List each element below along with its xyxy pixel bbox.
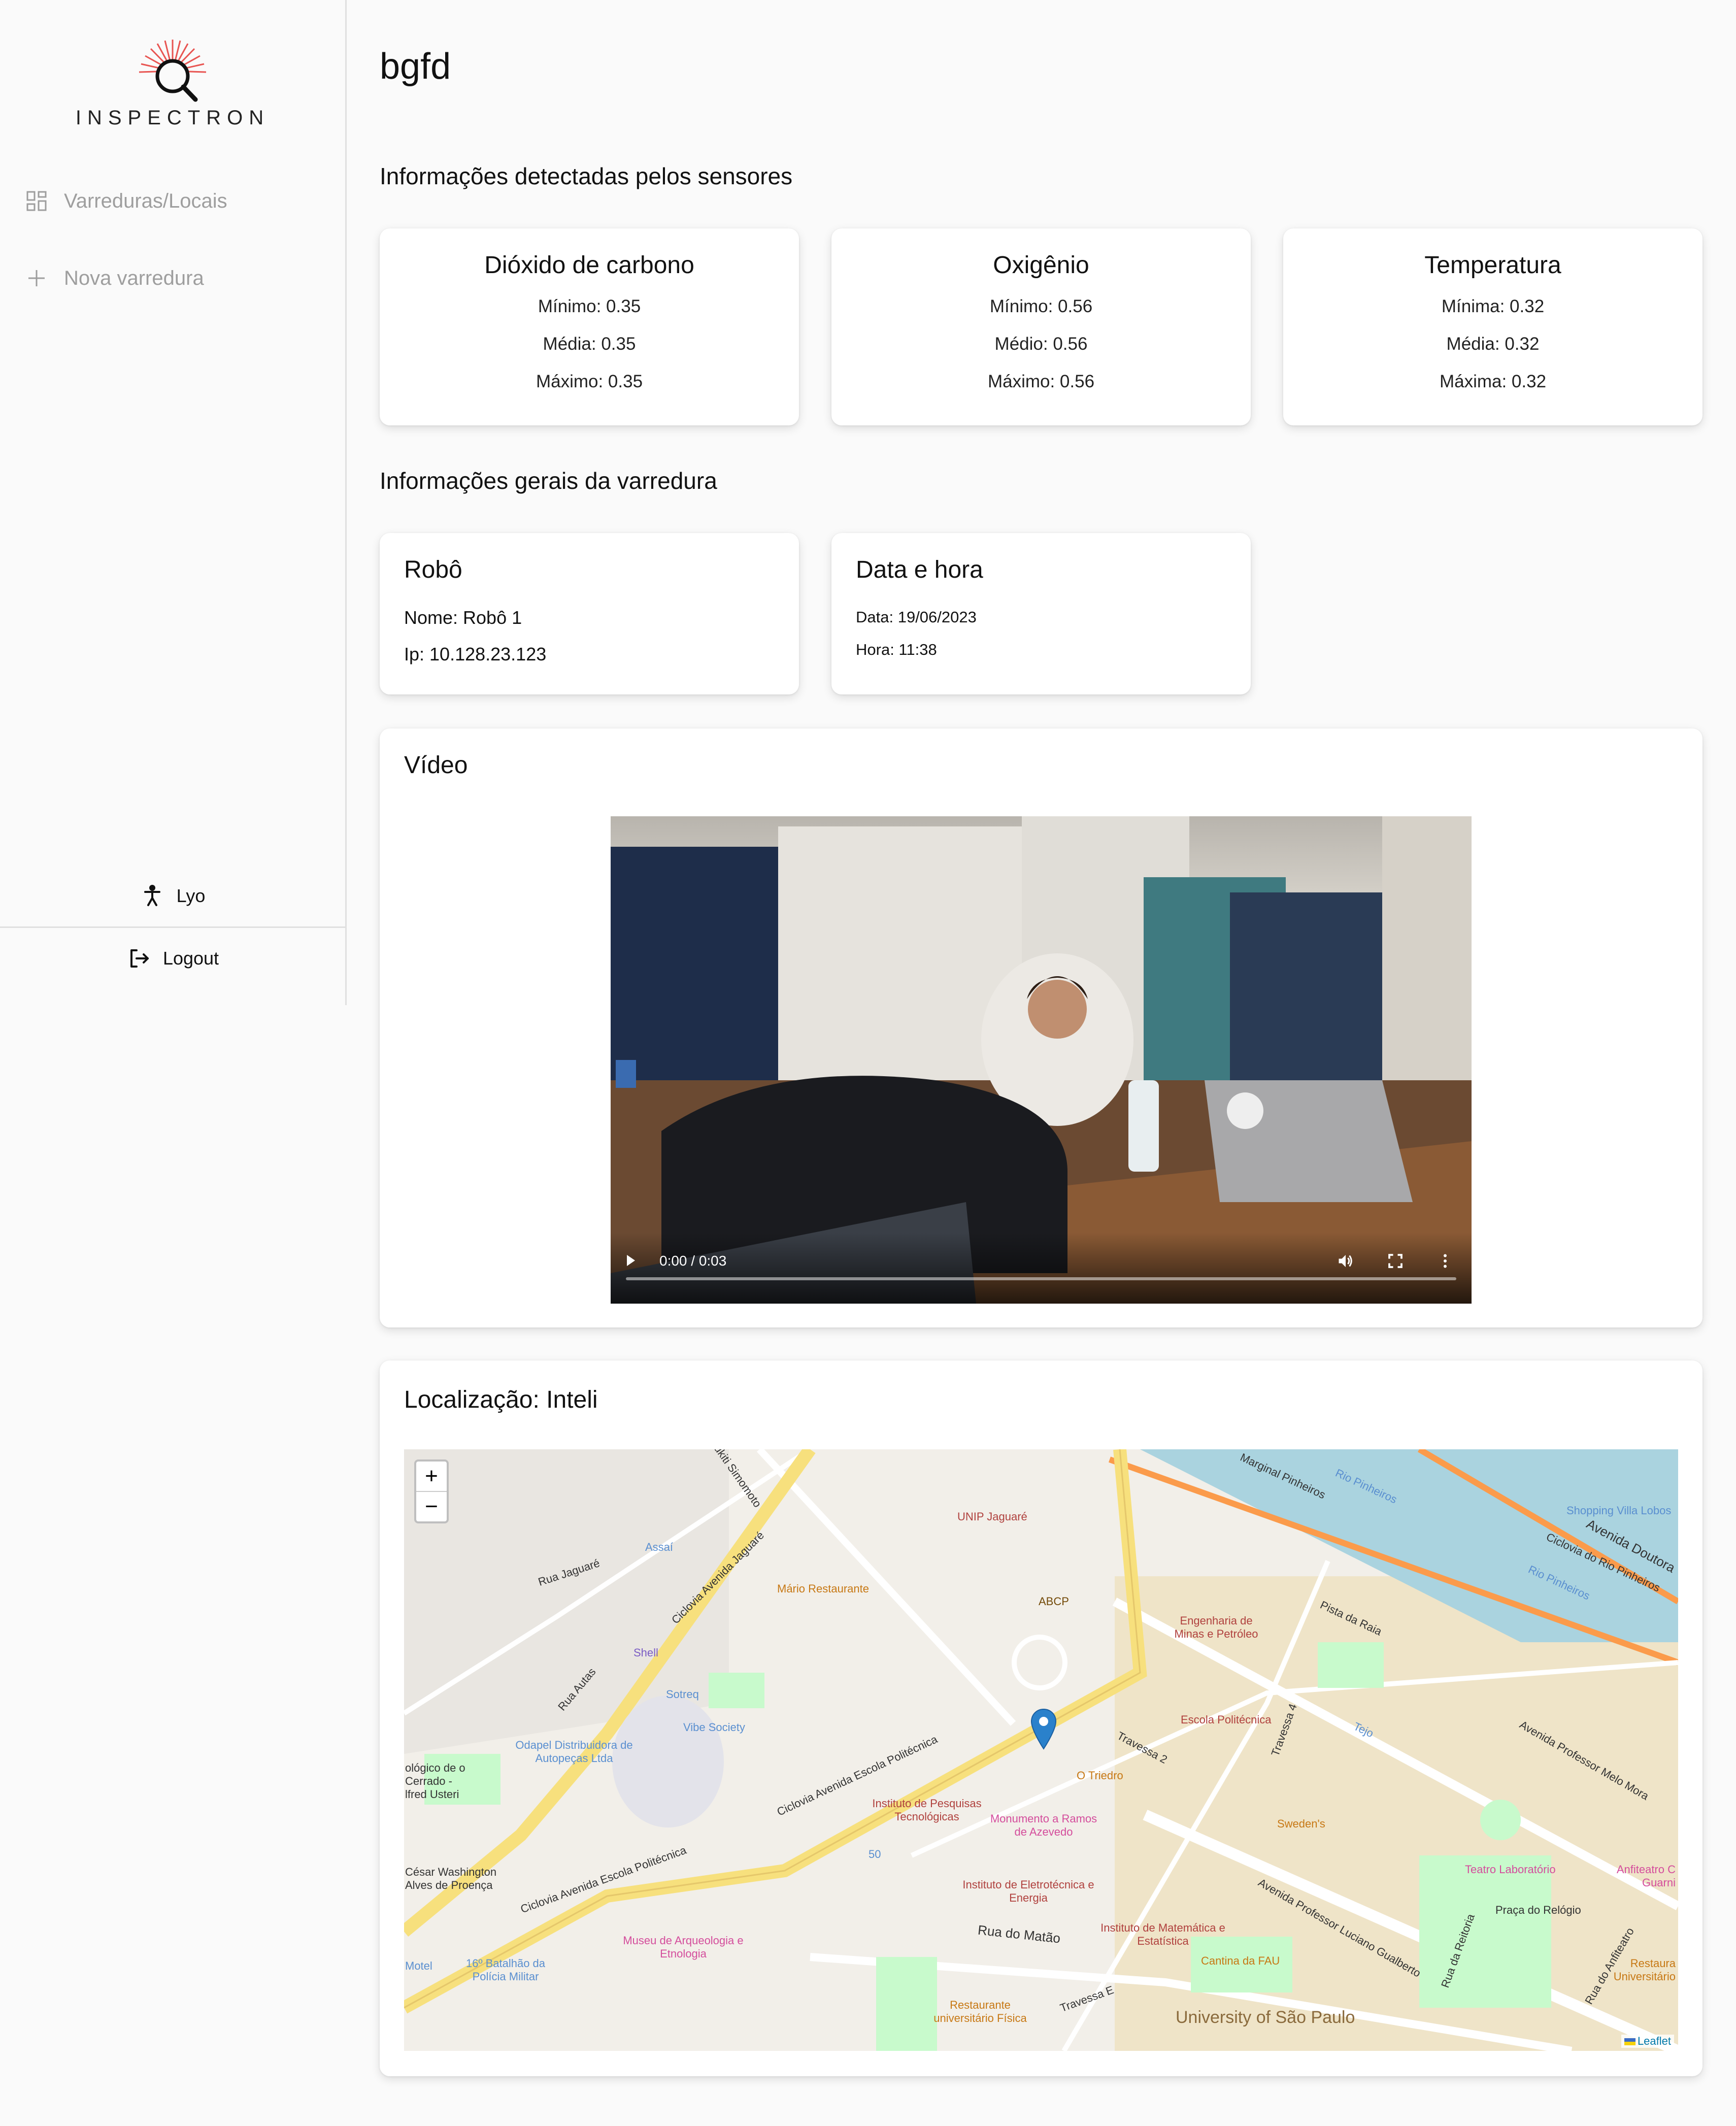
zoom-out-button[interactable]: − — [416, 1492, 447, 1521]
user-profile[interactable]: Lyo — [0, 876, 345, 916]
grid-icon — [26, 191, 47, 211]
map-label: Museu de Arqueologia e Etnologia — [623, 1934, 744, 1960]
sidebar: INSPECTRON Varreduras/Locais Nova varred… — [0, 0, 347, 1005]
page-title: bgfd — [380, 46, 451, 87]
play-icon[interactable] — [626, 1254, 636, 1267]
inspectron-logo[interactable]: INSPECTRON — [71, 36, 274, 137]
video-player[interactable]: 0:00 / 0:03 — [611, 816, 1472, 1304]
map-label: Sotreq — [666, 1688, 699, 1701]
map-label: Sweden's — [1277, 1817, 1325, 1830]
sensor-max: Máximo: 0.56 — [987, 372, 1095, 391]
video-progress-bar[interactable] — [626, 1277, 1456, 1280]
logo-icon — [139, 40, 207, 102]
robot-ip: Ip: 10.128.23.123 — [404, 644, 547, 665]
video-time: 0:00 / 0:03 — [659, 1253, 727, 1269]
volume-icon[interactable] — [1337, 1252, 1355, 1273]
accessibility-icon — [144, 885, 160, 906]
map-label: UNIP Jaguaré — [957, 1510, 1027, 1523]
logout-icon — [130, 949, 149, 968]
nav-nova-varredura-label: Nova varredura — [64, 267, 204, 289]
scan-time: Hora: 11:38 — [856, 641, 937, 658]
nav-varreduras[interactable]: Varreduras/Locais — [24, 181, 227, 221]
map[interactable]: UNIP Jaguaré Mário Restaurante ABCP Assa… — [404, 1449, 1678, 2051]
zoom-in-button[interactable]: + — [416, 1461, 447, 1492]
logo-text: INSPECTRON — [75, 107, 270, 129]
nav-varreduras-label: Varreduras/Locais — [64, 189, 227, 212]
sensor-max: Máxima: 0.32 — [1439, 372, 1547, 391]
location-marker-icon[interactable] — [1030, 1708, 1057, 1750]
sensor-avg: Médio: 0.56 — [994, 334, 1088, 354]
map-label: Mário Restaurante — [777, 1582, 869, 1595]
map-label: Instituto de Eletrotécnica e Energia — [962, 1878, 1094, 1904]
map-label: Monumento a Ramos de Azevedo — [990, 1812, 1097, 1838]
map-label: 50 — [869, 1848, 881, 1861]
general-section-title: Informações gerais da varredura — [380, 468, 717, 494]
sensor-min: Mínimo: 0.35 — [538, 296, 641, 316]
robot-title: Robô — [404, 556, 462, 583]
map-label: Restaurante universitário Física — [933, 1999, 1027, 2024]
map-label: Restaura Universitário — [1613, 1957, 1676, 1983]
sensor-title: Oxigênio — [993, 252, 1089, 279]
fullscreen-icon[interactable] — [1386, 1252, 1405, 1273]
robot-card: Robô Nome: Robô 1 Ip: 10.128.23.123 — [380, 533, 799, 694]
sensor-min: Mínima: 0.32 — [1441, 296, 1545, 316]
zoom-controls: + − — [414, 1459, 449, 1523]
user-name: Lyo — [176, 885, 206, 906]
map-label: César Washington Alves de Proença — [405, 1866, 497, 1891]
attribution-text: Leaflet — [1637, 2035, 1671, 2047]
logout-button[interactable]: Logout — [0, 938, 345, 979]
map-label: ológico de o Cerrado - lfred Usteri — [405, 1762, 465, 1801]
datetime-title: Data e hora — [856, 556, 983, 583]
map-label: Engenharia de Minas e Petróleo — [1174, 1614, 1258, 1640]
map-label: Anfiteatro C Guarni — [1616, 1863, 1676, 1889]
map-label: O Triedro — [1077, 1769, 1123, 1782]
map-label: Assaí — [645, 1541, 674, 1553]
sensor-min: Mínimo: 0.56 — [989, 296, 1093, 316]
sensor-avg: Média: 0.35 — [543, 334, 636, 354]
sensors-section-title: Informações detectadas pelos sensores — [380, 163, 793, 189]
sidebar-divider — [0, 926, 345, 928]
sensor-card-temperature: Temperatura Mínima: 0.32 Média: 0.32 Máx… — [1283, 228, 1702, 425]
map-label: Cantina da FAU — [1201, 1954, 1280, 1967]
map-label: Escola Politécnica — [1181, 1713, 1272, 1726]
map-label: Vibe Society — [683, 1721, 745, 1734]
more-options-icon[interactable] — [1436, 1252, 1454, 1273]
leaflet-flag-icon — [1624, 2038, 1635, 2046]
map-label: ABCP — [1039, 1595, 1069, 1608]
plus-icon — [28, 270, 45, 286]
location-title: Localização: Inteli — [404, 1386, 598, 1413]
map-label: University of São Paulo — [1176, 2008, 1355, 2027]
video-title: Vídeo — [404, 752, 468, 779]
video-card: Vídeo 0:00 / 0:03 — [380, 728, 1702, 1327]
map-label: Motel — [405, 1959, 432, 1972]
sensor-title: Dióxido de carbono — [484, 252, 694, 279]
map-label: Instituto de Pesquisas Tecnológicas — [872, 1797, 982, 1823]
sensor-avg: Média: 0.32 — [1446, 334, 1540, 354]
robot-name: Nome: Robô 1 — [404, 607, 522, 628]
map-label: Praça do Relógio — [1495, 1904, 1581, 1916]
sensor-title: Temperatura — [1424, 252, 1561, 279]
map-label: Instituto de Matemática e Estatística — [1100, 1921, 1225, 1947]
sensor-max: Máximo: 0.35 — [536, 372, 643, 391]
video-frame — [611, 816, 1472, 1304]
logout-label: Logout — [162, 948, 219, 969]
map-label: 16º Batalhão da Polícia Militar — [465, 1957, 546, 1983]
map-label: Shopping Villa Lobos — [1566, 1504, 1672, 1517]
map-label: Shell — [633, 1646, 658, 1659]
nav-nova-varredura[interactable]: Nova varredura — [24, 258, 204, 298]
scan-date: Data: 19/06/2023 — [856, 608, 977, 626]
datetime-card: Data e hora Data: 19/06/2023 Hora: 11:38 — [831, 533, 1251, 694]
map-label: Odapel Distribuidora de Autopeças Ltda — [515, 1739, 633, 1765]
location-card: Localização: Inteli UNIP Jaguaré Mário R… — [380, 1360, 1702, 2076]
map-label: Teatro Laboratório — [1465, 1863, 1556, 1876]
sensor-card-oxygen: Oxigênio Mínimo: 0.56 Médio: 0.56 Máximo… — [831, 228, 1251, 425]
sensor-card-co2: Dióxido de carbono Mínimo: 0.35 Média: 0… — [380, 228, 799, 425]
map-attribution[interactable]: Leaflet — [1621, 2035, 1674, 2048]
